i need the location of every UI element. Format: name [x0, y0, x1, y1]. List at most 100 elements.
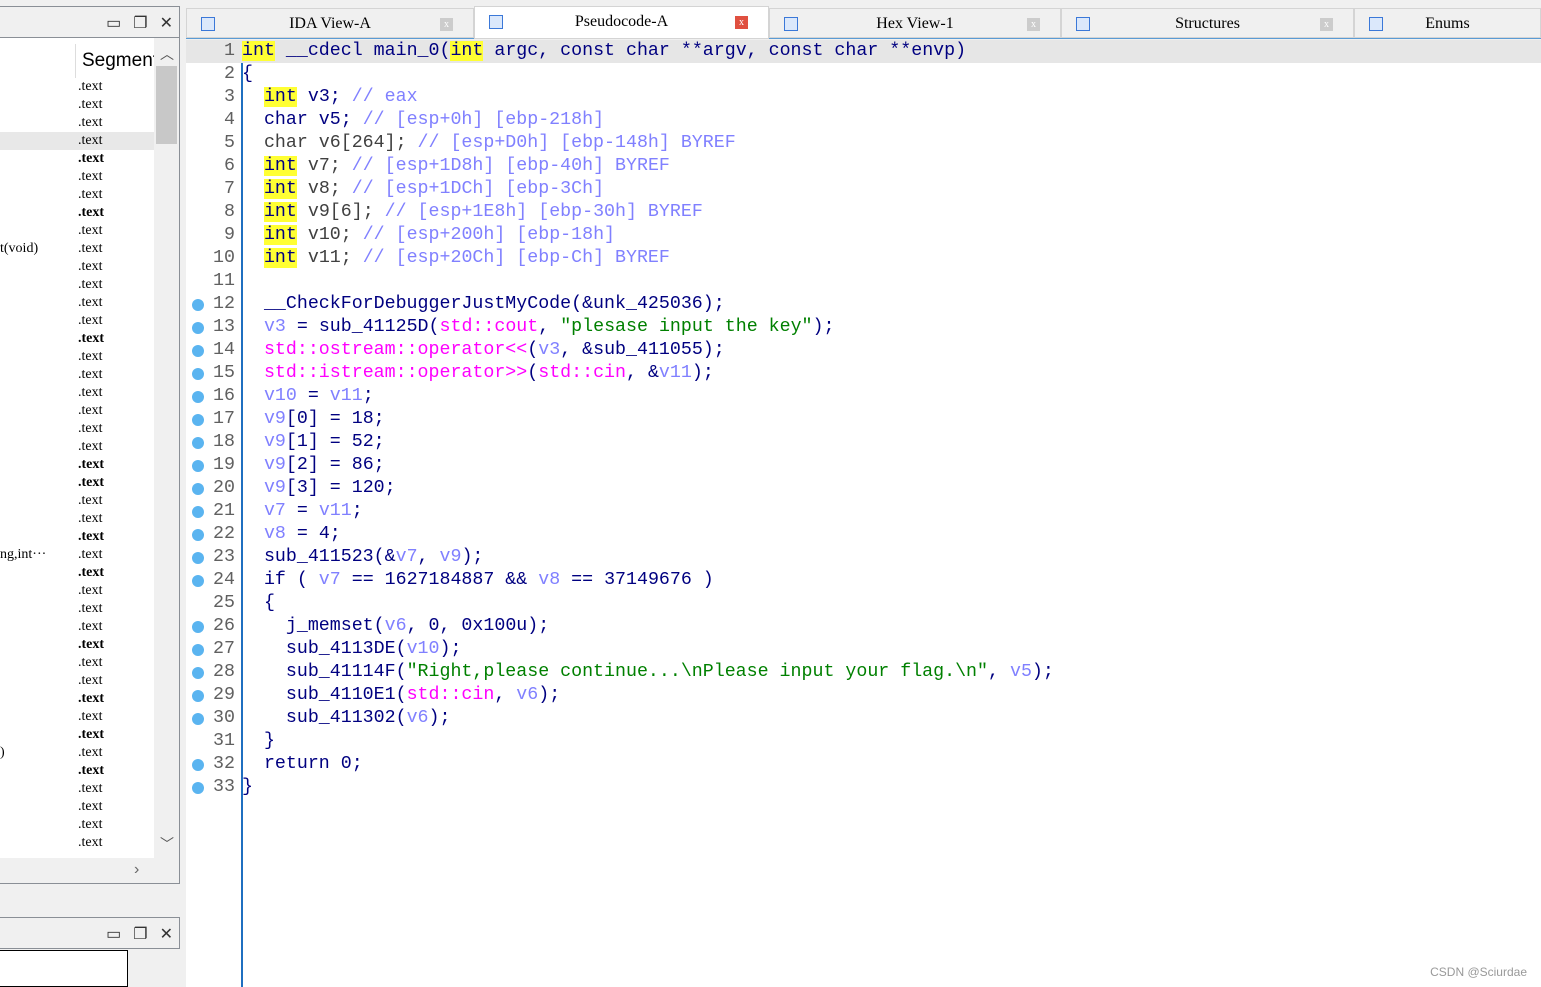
code-line[interactable]: 23 sub_411523(&v7, v9);	[186, 546, 1541, 569]
code-line[interactable]: 3 int v3; // eax	[186, 86, 1541, 109]
code-text[interactable]: std::ostream::operator<<(v3, &sub_411055…	[242, 339, 725, 362]
function-row[interactable]: .text	[0, 636, 154, 654]
code-text[interactable]: }	[242, 776, 253, 799]
code-text[interactable]: int v9[6]; // [esp+1E8h] [ebp-30h] BYREF	[242, 201, 703, 224]
code-line[interactable]: 7 int v8; // [esp+1DCh] [ebp-3Ch]	[186, 178, 1541, 201]
function-row[interactable]: .text	[0, 438, 154, 456]
code-text[interactable]: sub_411523(&v7, v9);	[242, 546, 483, 569]
code-line[interactable]: 33}	[186, 776, 1541, 799]
code-line[interactable]: 16 v10 = v11;	[186, 385, 1541, 408]
function-row[interactable]: .text	[0, 834, 154, 852]
code-text[interactable]: v8 = 4;	[242, 523, 341, 546]
code-line[interactable]: 31 }	[186, 730, 1541, 753]
tab-close-icon[interactable]: x	[735, 16, 748, 29]
code-text[interactable]: v9[0] = 18;	[242, 408, 385, 431]
code-text[interactable]: int __cdecl main_0(int argc, const char …	[242, 40, 966, 63]
code-text[interactable]: int v7; // [esp+1D8h] [ebp-40h] BYREF	[242, 155, 670, 178]
function-row[interactable]: .text	[0, 96, 154, 114]
code-line[interactable]: 12 __CheckForDebuggerJustMyCode(&unk_425…	[186, 293, 1541, 316]
code-line[interactable]: 24 if ( v7 == 1627184887 && v8 == 371496…	[186, 569, 1541, 592]
tab-enums[interactable]: Enums	[1354, 8, 1541, 38]
scrollbar-thumb[interactable]	[156, 66, 177, 144]
restore-icon[interactable]: ❐	[133, 13, 147, 33]
function-row[interactable]: .text	[0, 492, 154, 510]
function-row[interactable]: .text	[0, 132, 154, 150]
chevron-down-icon[interactable]: ﹀	[160, 834, 174, 854]
function-row[interactable]: .text	[0, 600, 154, 618]
code-line[interactable]: 22 v8 = 4;	[186, 523, 1541, 546]
code-text[interactable]: sub_4110E1(std::cin, v6);	[242, 684, 560, 707]
code-text[interactable]: __CheckForDebuggerJustMyCode(&unk_425036…	[242, 293, 725, 316]
function-row[interactable]: .text	[0, 186, 154, 204]
code-text[interactable]: v9[1] = 52;	[242, 431, 385, 454]
code-text[interactable]: std::istream::operator>>(std::cin, &v11)…	[242, 362, 714, 385]
function-row[interactable]: .text	[0, 78, 154, 96]
function-row[interactable]: .text	[0, 564, 154, 582]
code-text[interactable]: int v3; // eax	[242, 86, 418, 109]
code-line[interactable]: 29 sub_4110E1(std::cin, v6);	[186, 684, 1541, 707]
code-text[interactable]: sub_411302(v6);	[242, 707, 451, 730]
function-row[interactable]: t(void) .text	[0, 240, 154, 258]
code-line[interactable]: 14 std::ostream::operator<<(v3, &sub_411…	[186, 339, 1541, 362]
function-row[interactable]: .text	[0, 510, 154, 528]
code-text[interactable]: v9[2] = 86;	[242, 454, 385, 477]
code-line[interactable]: 32 return 0;	[186, 753, 1541, 776]
code-text[interactable]: j_memset(v6, 0, 0x100u);	[242, 615, 549, 638]
code-line[interactable]: 20 v9[3] = 120;	[186, 477, 1541, 500]
maximize-icon[interactable]: ▭	[106, 13, 121, 33]
code-text[interactable]: if ( v7 == 1627184887 && v8 == 37149676 …	[242, 569, 714, 592]
function-row[interactable]: .text	[0, 258, 154, 276]
code-text[interactable]: sub_41114F("Right,please continue...\nPl…	[242, 661, 1054, 684]
code-line[interactable]: 26 j_memset(v6, 0, 0x100u);	[186, 615, 1541, 638]
tab-pseudocode-a[interactable]: Pseudocode-A x	[474, 6, 769, 39]
code-text[interactable]: {	[242, 63, 253, 86]
code-line[interactable]: 1 int __cdecl main_0(int argc, const char…	[186, 40, 1541, 63]
code-text[interactable]: v9[3] = 120;	[242, 477, 396, 500]
function-row[interactable]: .text	[0, 528, 154, 546]
tab-hex-view-1[interactable]: Hex View-1 x	[769, 8, 1061, 38]
function-row[interactable]: .text	[0, 762, 154, 780]
restore-icon[interactable]: ❐	[133, 924, 147, 944]
function-row[interactable]: .text	[0, 150, 154, 168]
code-line[interactable]: 6 int v7; // [esp+1D8h] [ebp-40h] BYREF	[186, 155, 1541, 178]
function-row[interactable]: .text	[0, 114, 154, 132]
horizontal-scrollbar[interactable]: ›	[0, 858, 179, 883]
code-line[interactable]: 27 sub_4113DE(v10);	[186, 638, 1541, 661]
function-row[interactable]: .text	[0, 798, 154, 816]
code-text[interactable]: return 0;	[242, 753, 363, 776]
tab-close-icon[interactable]: x	[440, 18, 453, 31]
function-row[interactable]: .text	[0, 708, 154, 726]
function-row[interactable]: .text	[0, 618, 154, 636]
function-row[interactable]: ng,int··· .text	[0, 546, 154, 564]
code-line[interactable]: 10 int v11; // [esp+20Ch] [ebp-Ch] BYREF	[186, 247, 1541, 270]
function-row[interactable]: .text	[0, 222, 154, 240]
function-row[interactable]: .text	[0, 654, 154, 672]
code-line[interactable]: 18 v9[1] = 52;	[186, 431, 1541, 454]
code-text[interactable]: sub_4113DE(v10);	[242, 638, 462, 661]
pseudocode-editor[interactable]: 1 int __cdecl main_0(int argc, const char…	[186, 40, 1541, 987]
code-line[interactable]: 9 int v10; // [esp+200h] [ebp-18h]	[186, 224, 1541, 247]
code-line[interactable]: 15 std::istream::operator>>(std::cin, &v…	[186, 362, 1541, 385]
code-line[interactable]: 8 int v9[6]; // [esp+1E8h] [ebp-30h] BYR…	[186, 201, 1541, 224]
function-row[interactable]: .text	[0, 402, 154, 420]
vertical-scrollbar[interactable]: ︿ ﹀	[154, 38, 179, 858]
function-row[interactable]: .text	[0, 780, 154, 798]
output-box[interactable]	[0, 950, 128, 987]
function-row[interactable]: .text	[0, 816, 154, 834]
code-text[interactable]: }	[242, 730, 275, 753]
segment-column-header[interactable]: Segment	[75, 44, 155, 78]
function-row[interactable]: .text	[0, 582, 154, 600]
function-row[interactable]: .text	[0, 420, 154, 438]
code-line[interactable]: 30 sub_411302(v6);	[186, 707, 1541, 730]
code-line[interactable]: 13 v3 = sub_41125D(std::cout, "plesase i…	[186, 316, 1541, 339]
code-line[interactable]: 19 v9[2] = 86;	[186, 454, 1541, 477]
code-text[interactable]: int v10; // [esp+200h] [ebp-18h]	[242, 224, 615, 247]
code-text[interactable]: {	[242, 592, 275, 615]
function-row[interactable]: .text	[0, 474, 154, 492]
function-row[interactable]: .text	[0, 330, 154, 348]
code-line[interactable]: 25 {	[186, 592, 1541, 615]
code-text[interactable]: char v6[264]; // [esp+D0h] [ebp-148h] BY…	[242, 132, 736, 155]
function-row[interactable]: .text	[0, 348, 154, 366]
function-row[interactable]: .text	[0, 726, 154, 744]
function-row[interactable]: .text	[0, 672, 154, 690]
